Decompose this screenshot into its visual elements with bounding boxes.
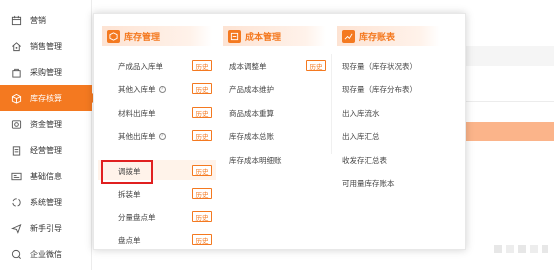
sidebar-item-label: 库存核算 [30, 93, 62, 103]
inventory-dropdown-menu: 库存管理 产成品入库单 历史 其他入库单? 历史 材料出库单 历史 其他出库单?… [93, 13, 466, 250]
sidebar-item-inventory[interactable]: 库存核算 [0, 85, 98, 111]
column-divider [331, 54, 332, 154]
sidebar-item-label: 基础信息 [30, 171, 62, 181]
menu-item-in-out-summary[interactable]: 出入库汇总 [342, 127, 380, 145]
menu-item-label: 其他出库单 [118, 131, 156, 141]
menu-item-label: 出入库流水 [342, 108, 380, 118]
help-icon[interactable]: ? [158, 85, 166, 93]
column-header-cost: 成本管理 [223, 26, 326, 46]
bag-icon [10, 66, 22, 78]
menu-item-label: 库存成本明细账 [229, 155, 282, 165]
column-title: 成本管理 [245, 31, 282, 42]
menu-item-label: 其他入库单 [118, 84, 156, 94]
sidebar-item-label: 销售管理 [30, 41, 62, 51]
menu-item-cost-adjust[interactable]: 成本调整单 [229, 57, 267, 75]
column-header-inventory: 库存管理 [102, 26, 212, 46]
id-card-icon [10, 170, 22, 182]
menu-item-material-out[interactable]: 材料出库单 [118, 104, 156, 122]
sidebar-item-basic-info[interactable]: 基础信息 [0, 163, 92, 189]
history-badge[interactable]: 历史 [192, 211, 212, 222]
menu-item-partial-stocktake[interactable]: 分量盘点单 [118, 208, 156, 226]
clipboard-icon [10, 144, 22, 156]
menu-item-label: 产品成本维护 [229, 84, 274, 94]
history-badge[interactable]: 历史 [192, 130, 212, 141]
sidebar-item-funds[interactable]: 资金管理 [0, 111, 92, 137]
menu-item-available-stock-ledger[interactable]: 可用量库存账本 [342, 174, 395, 192]
history-badge[interactable]: 历史 [192, 188, 212, 199]
history-badge[interactable]: 历史 [192, 83, 212, 94]
menu-item-cost-recalc[interactable]: 商品成本重算 [229, 104, 274, 122]
menu-item-label: 盘点单 [118, 235, 141, 245]
menu-item-stocktake[interactable]: 盘点单 [118, 231, 141, 249]
menu-item-label: 分量盘点单 [118, 212, 156, 222]
column-header-reports: 库存账表 [337, 26, 440, 46]
menu-item-label: 产成品入库单 [118, 61, 163, 71]
sidebar-item-label: 新手引导 [30, 223, 62, 233]
money-icon [10, 118, 22, 130]
menu-item-cost-ledger[interactable]: 库存成本总账 [229, 127, 274, 145]
sidebar-item-operations[interactable]: 经营管理 [0, 137, 92, 163]
sidebar-item-label: 资金管理 [30, 119, 62, 129]
menu-item-product-cost-maint[interactable]: 产品成本维护 [229, 80, 274, 98]
help-icon[interactable]: ? [158, 132, 166, 140]
highlight-box [101, 160, 153, 184]
menu-item-label: 可用量库存账本 [342, 178, 395, 188]
menu-item-other-in[interactable]: 其他入库单? [118, 80, 166, 98]
menu-item-finished-goods-in[interactable]: 产成品入库单 [118, 57, 163, 75]
sidebar-item-label: 企业微信 [30, 249, 62, 259]
sidebar: 营销 销售管理 采购管理 库存核算 资金管理 经营管理 基础信息 系统管理 新手… [0, 0, 98, 270]
sidebar-item-system[interactable]: 系统管理 [0, 189, 92, 215]
menu-item-stock-status[interactable]: 现存量（库存状况表） [342, 57, 417, 75]
sidebar-item-label: 经营管理 [30, 145, 62, 155]
menu-item-label: 收发存汇总表 [342, 155, 387, 165]
inventory-icon [107, 29, 120, 43]
menu-item-assembly[interactable]: 拆装单 [118, 185, 141, 203]
sidebar-item-label: 营销 [30, 15, 46, 25]
menu-item-label: 成本调整单 [229, 61, 267, 71]
report-icon [342, 29, 355, 43]
history-badge[interactable]: 历史 [306, 60, 326, 71]
sidebar-item-wechat[interactable]: 企业微信 [0, 241, 92, 267]
cost-icon [228, 29, 241, 43]
menu-item-label: 库存成本总账 [229, 131, 274, 141]
menu-item-label: 现存量（库存状况表） [342, 61, 417, 71]
calendar-icon [10, 14, 22, 26]
menu-item-label: 材料出库单 [118, 108, 156, 118]
menu-item-cost-detail-ledger[interactable]: 库存成本明细账 [229, 151, 282, 169]
menu-item-stock-distribution[interactable]: 现存量（库存分布表） [342, 80, 417, 98]
history-badge[interactable]: 历史 [192, 165, 212, 176]
sidebar-item-label: 采购管理 [30, 67, 62, 77]
box-icon [10, 92, 22, 104]
column-title: 库存账表 [359, 31, 396, 42]
sidebar-item-marketing[interactable]: 营销 [0, 7, 92, 33]
chat-icon [10, 248, 22, 260]
send-icon [10, 222, 22, 234]
menu-item-label: 现存量（库存分布表） [342, 84, 417, 94]
home-icon [10, 40, 22, 52]
history-badge[interactable]: 历史 [192, 60, 212, 71]
menu-item-receive-issue-summary[interactable]: 收发存汇总表 [342, 151, 387, 169]
menu-item-label: 商品成本重算 [229, 108, 274, 118]
history-badge[interactable]: 历史 [192, 234, 212, 245]
history-badge[interactable]: 历史 [192, 107, 212, 118]
menu-item-label: 出入库汇总 [342, 131, 380, 141]
menu-item-label: 拆装单 [118, 189, 141, 199]
sidebar-item-guide[interactable]: 新手引导 [0, 215, 92, 241]
column-title: 库存管理 [124, 31, 161, 42]
cycle-icon [10, 196, 22, 208]
menu-item-other-out[interactable]: 其他出库单? [118, 127, 166, 145]
watermark-icon [494, 245, 548, 253]
sidebar-item-purchase[interactable]: 采购管理 [0, 59, 92, 85]
sidebar-item-label: 系统管理 [30, 197, 62, 207]
sidebar-item-sales[interactable]: 销售管理 [0, 33, 92, 59]
menu-item-in-out-flow[interactable]: 出入库流水 [342, 104, 380, 122]
